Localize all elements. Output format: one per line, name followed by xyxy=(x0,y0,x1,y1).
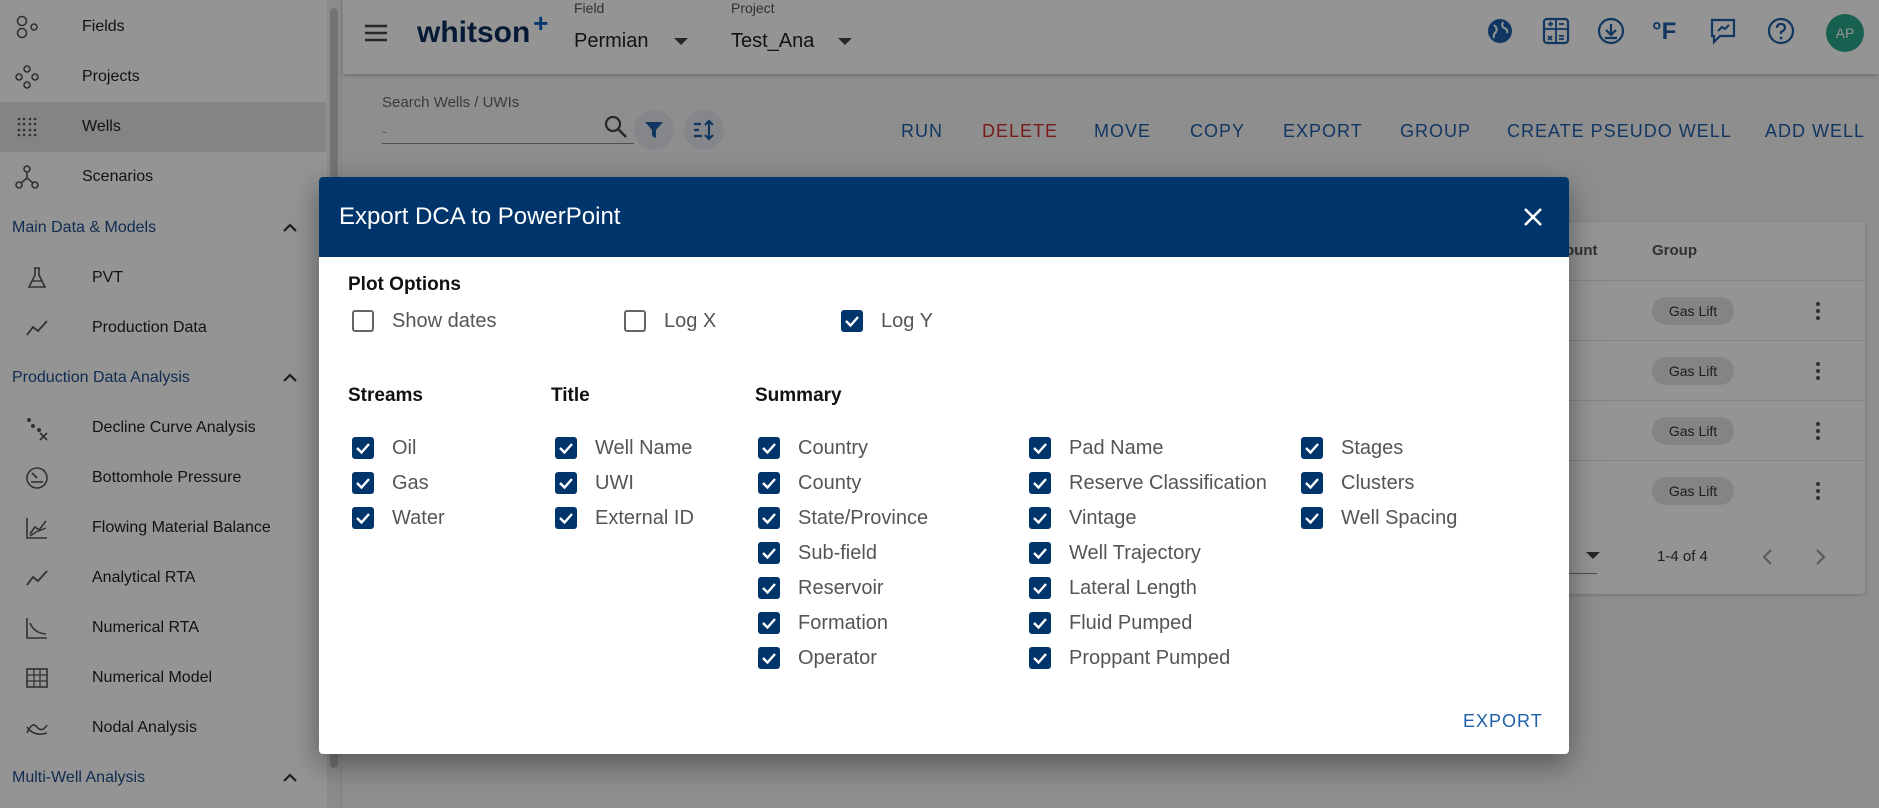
checkbox-label: Log Y xyxy=(881,309,933,332)
checkbox-label: Oil xyxy=(392,436,417,459)
checkbox-label: Well Spacing xyxy=(1341,506,1458,529)
checkbox-label: Formation xyxy=(798,611,889,634)
checkbox-gas[interactable]: Gas xyxy=(352,468,429,498)
streams-title: Streams xyxy=(348,385,423,406)
checkbox-label: Proppant Pumped xyxy=(1069,646,1231,669)
summary-title: Summary xyxy=(755,385,842,406)
checkbox-label: County xyxy=(798,471,862,494)
checkbox-label: Lateral Length xyxy=(1069,576,1197,599)
checkbox-checked-icon[interactable] xyxy=(758,647,780,669)
checkbox-label: Show dates xyxy=(392,309,497,332)
checkbox-formation[interactable]: Formation xyxy=(758,608,888,638)
checkbox-reservoir[interactable]: Reservoir xyxy=(758,573,884,603)
checkbox-checked-icon[interactable] xyxy=(1029,437,1051,459)
checkbox-unchecked-icon[interactable] xyxy=(352,310,374,332)
checkbox-label: Log X xyxy=(664,309,717,332)
checkbox-checked-icon[interactable] xyxy=(1029,507,1051,529)
checkbox-checked-icon[interactable] xyxy=(1029,577,1051,599)
checkbox-label: Sub-field xyxy=(798,541,877,564)
checkbox-label: Well Trajectory xyxy=(1069,541,1201,564)
checkbox-checked-icon[interactable] xyxy=(555,472,577,494)
checkbox-state-province[interactable]: State/Province xyxy=(758,503,928,533)
checkbox-checked-icon[interactable] xyxy=(841,310,863,332)
checkbox-sub-field[interactable]: Sub-field xyxy=(758,538,877,568)
checkbox-checked-icon[interactable] xyxy=(1301,472,1323,494)
export-dca-dialog: Export DCA to PowerPoint Plot Options St… xyxy=(319,177,1569,754)
checkbox-log-x[interactable]: Log X xyxy=(624,306,716,336)
checkbox-checked-icon[interactable] xyxy=(555,437,577,459)
checkbox-label: Reserve Classification xyxy=(1069,471,1267,494)
checkbox-county[interactable]: County xyxy=(758,468,861,498)
checkbox-clusters[interactable]: Clusters xyxy=(1301,468,1414,498)
checkbox-label: Fluid Pumped xyxy=(1069,611,1193,634)
checkbox-label: State/Province xyxy=(798,506,929,529)
checkbox-checked-icon[interactable] xyxy=(352,507,374,529)
checkbox-label: Country xyxy=(798,436,869,459)
checkbox-checked-icon[interactable] xyxy=(758,507,780,529)
dialog-title: Export DCA to PowerPoint xyxy=(339,203,621,230)
dialog-header: Export DCA to PowerPoint xyxy=(319,177,1569,257)
checkbox-well-trajectory[interactable]: Well Trajectory xyxy=(1029,538,1201,568)
checkbox-water[interactable]: Water xyxy=(352,503,445,533)
checkbox-checked-icon[interactable] xyxy=(1029,472,1051,494)
checkbox-checked-icon[interactable] xyxy=(352,472,374,494)
checkbox-checked-icon[interactable] xyxy=(555,507,577,529)
checkbox-proppant-pumped[interactable]: Proppant Pumped xyxy=(1029,643,1230,673)
plot-options-title: Plot Options xyxy=(348,274,461,295)
checkbox-stages[interactable]: Stages xyxy=(1301,433,1403,463)
checkbox-unchecked-icon[interactable] xyxy=(624,310,646,332)
checkbox-label: Stages xyxy=(1341,436,1404,459)
checkbox-reserve-classification[interactable]: Reserve Classification xyxy=(1029,468,1267,498)
checkbox-label: Gas xyxy=(392,471,429,494)
checkbox-checked-icon[interactable] xyxy=(352,437,374,459)
checkbox-checked-icon[interactable] xyxy=(758,542,780,564)
checkbox-vintage[interactable]: Vintage xyxy=(1029,503,1136,533)
checkbox-well-name[interactable]: Well Name xyxy=(555,433,692,463)
checkbox-external-id[interactable]: External ID xyxy=(555,503,694,533)
checkbox-log-y[interactable]: Log Y xyxy=(841,306,933,336)
checkbox-label: Operator xyxy=(798,646,877,669)
checkbox-checked-icon[interactable] xyxy=(758,612,780,634)
checkbox-checked-icon[interactable] xyxy=(758,577,780,599)
checkbox-oil[interactable]: Oil xyxy=(352,433,416,463)
checkbox-checked-icon[interactable] xyxy=(1029,647,1051,669)
checkbox-pad-name[interactable]: Pad Name xyxy=(1029,433,1164,463)
checkbox-well-spacing[interactable]: Well Spacing xyxy=(1301,503,1457,533)
checkbox-lateral-length[interactable]: Lateral Length xyxy=(1029,573,1197,603)
title-options-title: Title xyxy=(551,385,590,406)
checkbox-label: Water xyxy=(392,506,445,529)
checkbox-checked-icon[interactable] xyxy=(758,437,780,459)
checkbox-checked-icon[interactable] xyxy=(1301,507,1323,529)
checkbox-uwi[interactable]: UWI xyxy=(555,468,634,498)
checkbox-label: Vintage xyxy=(1069,506,1137,529)
close-icon[interactable] xyxy=(1519,203,1547,231)
checkbox-show-dates[interactable]: Show dates xyxy=(352,306,497,336)
checkbox-label: Clusters xyxy=(1341,471,1415,494)
checkbox-checked-icon[interactable] xyxy=(1029,612,1051,634)
checkbox-checked-icon[interactable] xyxy=(1301,437,1323,459)
checkbox-country[interactable]: Country xyxy=(758,433,868,463)
checkbox-checked-icon[interactable] xyxy=(1029,542,1051,564)
checkbox-checked-icon[interactable] xyxy=(758,472,780,494)
checkbox-label: External ID xyxy=(595,506,694,529)
dialog-export-button[interactable]: EXPORT xyxy=(1463,711,1543,732)
checkbox-label: UWI xyxy=(595,471,634,494)
checkbox-label: Pad Name xyxy=(1069,436,1164,459)
checkbox-operator[interactable]: Operator xyxy=(758,643,877,673)
checkbox-fluid-pumped[interactable]: Fluid Pumped xyxy=(1029,608,1192,638)
checkbox-label: Reservoir xyxy=(798,576,884,599)
checkbox-label: Well Name xyxy=(595,436,693,459)
